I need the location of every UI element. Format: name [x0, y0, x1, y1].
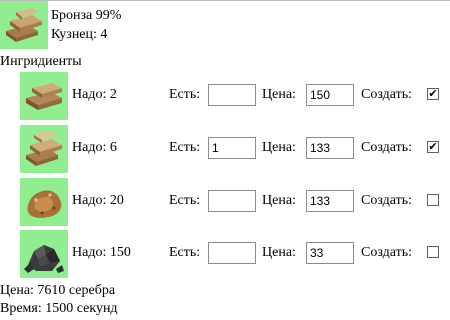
price-label: Цена: — [262, 87, 296, 102]
create-label: Создать: — [361, 87, 412, 102]
price-label: Цена: — [262, 193, 296, 208]
create-checkbox[interactable]: ✔ — [427, 88, 439, 100]
ingredient-row: Надо: 150 Есть: Цена: 33 Создать: — [20, 230, 450, 278]
price-label: Цена: — [262, 140, 296, 155]
ingredient-row: Надо: 2 Есть: Цена: 150 Создать: ✔ — [20, 72, 450, 120]
tin-bars-icon — [20, 125, 68, 173]
need-amount: Надо: 2 — [72, 87, 117, 102]
have-input[interactable] — [208, 190, 256, 212]
create-checkbox[interactable] — [427, 194, 439, 206]
price-label: Цена: — [262, 245, 296, 260]
total-price: Цена: 7610 серебра — [0, 283, 116, 298]
have-label: Есть: — [169, 245, 201, 260]
coal-icon — [20, 230, 68, 278]
copper-ingots-icon — [20, 72, 68, 120]
ingredients-heading: Ингридиенты — [0, 54, 82, 69]
need-amount: Надо: 6 — [72, 140, 117, 155]
bronze-ingots-icon — [0, 1, 48, 49]
have-input[interactable] — [208, 242, 256, 264]
create-label: Создать: — [361, 193, 412, 208]
smith-level: Кузнец: 4 — [51, 27, 108, 42]
price-input[interactable]: 33 — [306, 242, 354, 264]
need-amount: Надо: 20 — [72, 193, 124, 208]
ingredient-row: Надо: 6 Есть: 1 Цена: 133 Создать: ✔ — [20, 125, 450, 173]
total-time: Время: 1500 секунд — [0, 301, 118, 316]
have-input[interactable]: 1 — [208, 137, 256, 159]
create-label: Создать: — [361, 245, 412, 260]
ingredient-row: Надо: 20 Есть: Цена: 133 Создать: — [20, 178, 450, 226]
price-input[interactable]: 133 — [306, 137, 354, 159]
need-amount: Надо: 150 — [72, 245, 131, 260]
product-header: Бронза 99% Кузнец: 4 — [0, 1, 121, 49]
product-name: Бронза 99% — [51, 8, 122, 23]
have-label: Есть: — [169, 87, 201, 102]
copper-ore-icon — [20, 178, 68, 226]
create-checkbox[interactable] — [427, 246, 439, 258]
have-label: Есть: — [169, 193, 201, 208]
price-input[interactable]: 133 — [306, 190, 354, 212]
have-label: Есть: — [169, 140, 201, 155]
create-checkbox[interactable]: ✔ — [427, 141, 439, 153]
create-label: Создать: — [361, 140, 412, 155]
price-input[interactable]: 150 — [306, 84, 354, 106]
have-input[interactable] — [208, 84, 256, 106]
summary: Цена: 7610 серебра Время: 1500 секунд — [0, 282, 118, 318]
